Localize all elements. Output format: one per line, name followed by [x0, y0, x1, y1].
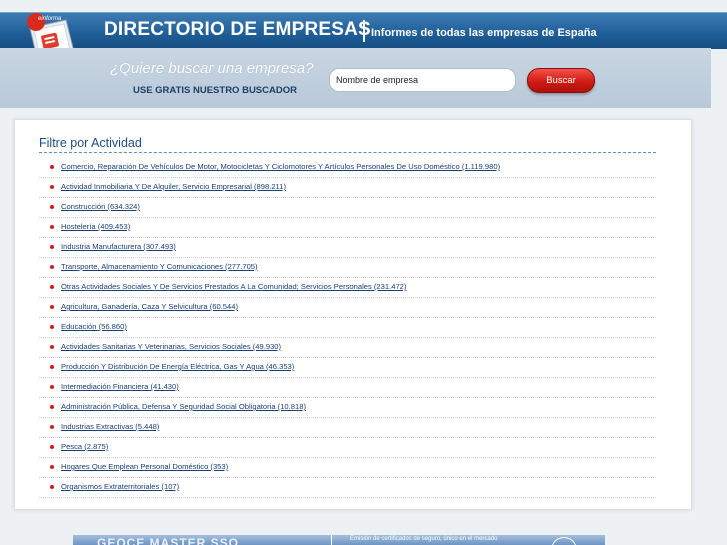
activity-link[interactable]: Producción Y Distribución De Energía Elé…	[61, 362, 294, 371]
bullet-icon	[50, 285, 54, 289]
list-item: Agricultura, Ganadería, Caza Y Selvicult…	[39, 298, 656, 318]
activity-list: Comercio, Reparación De Vehículos De Mot…	[39, 158, 656, 498]
banner-seal-icon	[551, 537, 577, 545]
company-name-input[interactable]	[329, 68, 516, 92]
list-item: Industrias Extractivas (5.448)	[39, 418, 656, 438]
list-item: Organismos Extraterritoriales (107)	[39, 478, 656, 498]
list-item: Actividades Sanitarias Y Veterinarias, S…	[39, 338, 656, 358]
bullet-icon	[50, 485, 54, 489]
list-item: Intermediación Financiera (41.430)	[39, 378, 656, 398]
activity-link[interactable]: Transporte, Almacenamiento Y Comunicacio…	[61, 262, 258, 271]
activity-link[interactable]: Administración Pública, Defensa Y Seguri…	[61, 402, 306, 411]
list-item: Educación (56.860)	[39, 318, 656, 338]
title-separator	[363, 20, 365, 42]
list-item: Construcción (634.324)	[39, 198, 656, 218]
activity-link[interactable]: Construcción (634.324)	[61, 202, 140, 211]
activity-link[interactable]: Industria Manufacturera (307.493)	[61, 242, 176, 251]
list-item: Hostelería (409.453)	[39, 218, 656, 238]
bullet-icon	[50, 385, 54, 389]
bullet-icon	[50, 205, 54, 209]
activity-link[interactable]: Comercio, Reparación De Vehículos De Mot…	[61, 162, 500, 171]
bullet-icon	[50, 465, 54, 469]
list-item: Pesca (2.875)	[39, 438, 656, 458]
bullet-icon	[50, 265, 54, 269]
logo-text: einforma	[38, 16, 62, 22]
bullet-icon	[50, 345, 54, 349]
bullet-icon	[50, 425, 54, 429]
bullet-icon	[50, 245, 54, 249]
list-item: Administración Pública, Defensa Y Seguri…	[39, 398, 656, 418]
activity-link[interactable]: Agricultura, Ganadería, Caza Y Selvicult…	[61, 302, 238, 311]
list-item: Transporte, Almacenamiento Y Comunicacio…	[39, 258, 656, 278]
bullet-icon	[50, 305, 54, 309]
list-item: Hogares Que Emplean Personal Doméstico (…	[39, 458, 656, 478]
panel-title: Filtre por Actividad	[39, 136, 142, 150]
activity-link[interactable]: Educación (56.860)	[61, 322, 127, 331]
panel-divider	[39, 152, 656, 153]
activity-link[interactable]: Pesca (2.875)	[61, 442, 108, 451]
ad-banner[interactable]: GEOCE MASTER SSO Emisión de certificados…	[73, 535, 605, 545]
bullet-icon	[50, 185, 54, 189]
list-item: Comercio, Reparación De Vehículos De Mot…	[39, 158, 656, 178]
activity-link[interactable]: Intermediación Financiera (41.430)	[61, 382, 179, 391]
site-subtitle: Informes de todas las empresas de España	[371, 27, 597, 39]
activity-link[interactable]: Organismos Extraterritoriales (107)	[61, 482, 179, 491]
activity-link[interactable]: Otras Actividades Sociales Y De Servicio…	[61, 282, 406, 291]
bullet-icon	[50, 445, 54, 449]
search-question: ¿Quiere buscar una empresa?	[110, 60, 314, 77]
bullet-icon	[50, 165, 54, 169]
list-item: Actividad Inmobiliaria Y De Alquiler, Se…	[39, 178, 656, 198]
activity-link[interactable]: Industrias Extractivas (5.448)	[61, 422, 159, 431]
bullet-icon	[50, 405, 54, 409]
banner-tagline: Emisión de certificados de seguro, único…	[350, 536, 498, 542]
activity-link[interactable]: Actividad Inmobiliaria Y De Alquiler, Se…	[61, 182, 286, 191]
banner-headline: GEOCE MASTER SSO	[97, 536, 240, 545]
activity-link[interactable]: Hogares Que Emplean Personal Doméstico (…	[61, 462, 228, 471]
bullet-icon	[50, 365, 54, 369]
activity-link[interactable]: Hostelería (409.453)	[61, 222, 130, 231]
activity-link[interactable]: Actividades Sanitarias Y Veterinarias, S…	[61, 342, 281, 351]
search-subtext: USE GRATIS NUESTRO BUSCADOR	[133, 85, 297, 96]
search-button[interactable]: Buscar	[527, 68, 595, 93]
list-item: Industria Manufacturera (307.493)	[39, 238, 656, 258]
list-item: Otras Actividades Sociales Y De Servicio…	[39, 278, 656, 298]
bullet-icon	[50, 325, 54, 329]
activity-filter-panel: Filtre por Actividad Comercio, Reparació…	[14, 119, 692, 510]
list-item: Producción Y Distribución De Energía Elé…	[39, 358, 656, 378]
bullet-icon	[50, 225, 54, 229]
site-title[interactable]: DIRECTORIO DE EMPRESAS	[104, 19, 371, 41]
banner-divider	[331, 535, 332, 545]
